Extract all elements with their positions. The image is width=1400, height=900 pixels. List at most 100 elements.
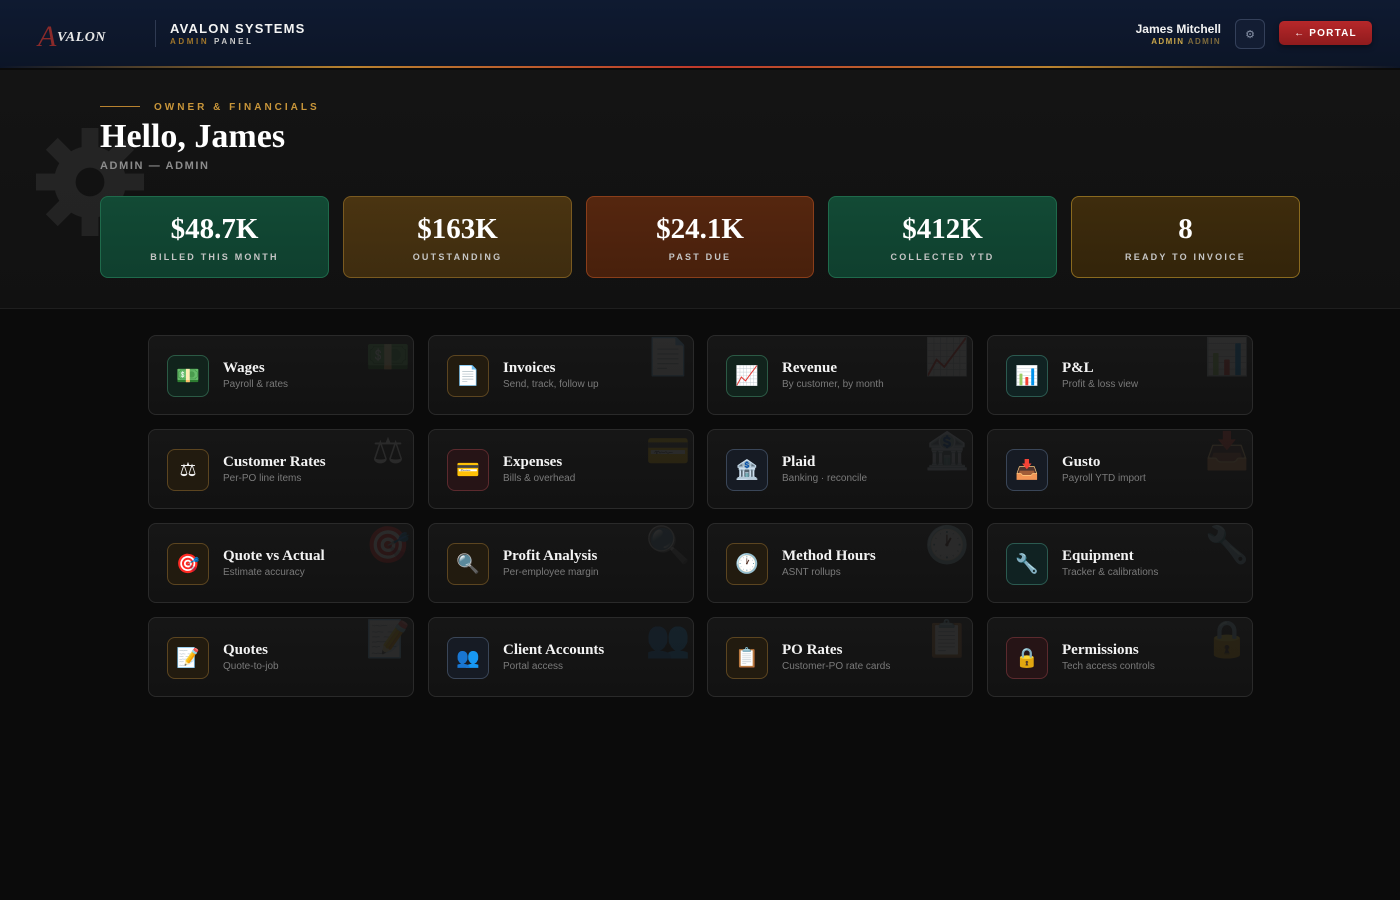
tile-plaid[interactable]: 🏦 🏦 Plaid Banking · reconcile [707, 429, 973, 509]
bank-watermark-icon: 🏦 [924, 430, 970, 471]
brand-subtitle: ADMIN PANEL [170, 37, 254, 46]
tile-subtitle: Estimate accuracy [223, 567, 305, 578]
stat-label: COLLECTED YTD [890, 252, 995, 262]
gear-icon: ⚙ [1245, 28, 1255, 41]
tile-quotes[interactable]: 📝 📝 Quotes Quote-to-job [148, 617, 414, 697]
stat-billed-this-month[interactable]: $48.7K BILLED THIS MONTH [100, 196, 329, 278]
top-bar: A VALON AVALON SYSTEMS ADMIN PANEL James… [0, 0, 1400, 68]
tile-equipment[interactable]: 🔧 🔧 Equipment Tracker & calibrations [987, 523, 1253, 603]
tile-title: Customer Rates [223, 454, 326, 470]
magnifier-icon: 🔍 [447, 543, 489, 585]
tile-subtitle: Customer-PO rate cards [782, 661, 891, 672]
brand-subtitle-main: PANEL [214, 37, 254, 46]
tile-pnl[interactable]: 📊 📊 P&L Profit & loss view [987, 335, 1253, 415]
clock-watermark-icon: 🕐 [924, 524, 970, 565]
tile-method-hours[interactable]: 🕐 🕐 Method Hours ASNT rollups [707, 523, 973, 603]
tile-title: Revenue [782, 360, 837, 376]
tile-subtitle: Portal access [503, 661, 564, 672]
tile-subtitle: ASNT rollups [782, 567, 841, 578]
tile-subtitle: Per-PO line items [223, 473, 302, 484]
portal-button[interactable]: ← PORTAL [1279, 21, 1372, 45]
greeting-subtitle: ADMIN — ADMIN [100, 160, 210, 172]
tile-subtitle: Per-employee margin [503, 567, 599, 578]
scale-icon: ⚖ [167, 449, 209, 491]
user-role-main: ADMIN [1151, 37, 1185, 46]
tile-subtitle: Payroll YTD import [1062, 473, 1146, 484]
stat-label: PAST DUE [668, 252, 732, 262]
tile-permissions[interactable]: 🔒 🔒 Permissions Tech access controls [987, 617, 1253, 697]
tile-expenses[interactable]: 💳 💳 Expenses Bills & overhead [428, 429, 694, 509]
stat-value: $24.1K [656, 213, 744, 245]
stat-label: OUTSTANDING [412, 252, 503, 262]
tile-subtitle: By customer, by month [782, 379, 884, 390]
tile-title: Profit Analysis [503, 548, 598, 564]
tile-subtitle: Profit & loss view [1062, 379, 1139, 390]
stat-value: 8 [1178, 213, 1193, 245]
section-eyebrow: OWNER & FINANCIALS [154, 102, 320, 113]
tile-quote-vs-actual[interactable]: 🎯 🎯 Quote vs Actual Estimate accuracy [148, 523, 414, 603]
brand-divider [155, 20, 156, 47]
tile-subtitle: Banking · reconcile [782, 473, 868, 484]
wrench-icon: 🔧 [1006, 543, 1048, 585]
document-watermark-icon: 📄 [645, 336, 691, 377]
stat-collected-ytd[interactable]: $412K COLLECTED YTD [828, 196, 1057, 278]
memo-watermark-icon: 📝 [365, 618, 411, 659]
stat-ready-to-invoice[interactable]: 8 READY TO INVOICE [1071, 196, 1300, 278]
settings-button[interactable]: ⚙ [1235, 19, 1265, 49]
magnifier-watermark-icon: 🔍 [645, 524, 691, 565]
credit-card-icon: 💳 [447, 449, 489, 491]
tile-subtitle: Bills & overhead [503, 473, 576, 484]
clipboard-icon: 📋 [726, 637, 768, 679]
tile-title: Quote vs Actual [223, 548, 325, 564]
stat-value: $48.7K [170, 213, 259, 245]
avalon-logo[interactable]: A VALON [38, 20, 118, 53]
tile-gusto[interactable]: 📥 📥 Gusto Payroll YTD import [987, 429, 1253, 509]
money-watermark-icon: 💵 [365, 336, 411, 377]
tile-wages[interactable]: 💵 💵 Wages Payroll & rates [148, 335, 414, 415]
bank-icon: 🏦 [726, 449, 768, 491]
hero-section: OWNER & FINANCIALS Hello, James ADMIN — … [0, 70, 1400, 309]
stat-outstanding[interactable]: $163K OUTSTANDING [343, 196, 572, 278]
tile-title: Equipment [1062, 548, 1134, 564]
tile-title: Invoices [503, 360, 556, 376]
tile-po-rates[interactable]: 📋 📋 PO Rates Customer-PO rate cards [707, 617, 973, 697]
tile-profit-analysis[interactable]: 🔍 🔍 Profit Analysis Per-employee margin [428, 523, 694, 603]
tile-customer-rates[interactable]: ⚖ ⚖ Customer Rates Per-PO line items [148, 429, 414, 509]
tile-title: Wages [223, 360, 265, 376]
bar-chart-watermark-icon: 📊 [1204, 336, 1250, 377]
stat-label: BILLED THIS MONTH [150, 252, 279, 262]
tile-title: PO Rates [782, 642, 843, 658]
eyebrow-line [100, 106, 140, 107]
tile-subtitle: Payroll & rates [223, 379, 289, 390]
logo-mark: A [38, 20, 57, 53]
stat-past-due[interactable]: $24.1K PAST DUE [586, 196, 814, 278]
tile-revenue[interactable]: 📈 📈 Revenue By customer, by month [707, 335, 973, 415]
user-role: ADMIN ADMIN [1151, 37, 1221, 46]
lock-watermark-icon: 🔒 [1204, 618, 1250, 659]
chart-up-icon: 📈 [726, 355, 768, 397]
greeting-heading: Hello, James [100, 118, 286, 155]
credit-card-watermark-icon: 💳 [645, 430, 691, 471]
scale-watermark-icon: ⚖ [371, 430, 405, 471]
logo-wordmark: VALON [57, 30, 106, 45]
brand-subtitle-dim: ADMIN [170, 37, 210, 46]
user-name: James Mitchell [1135, 22, 1221, 36]
tile-client-accounts[interactable]: 👥 👥 Client Accounts Portal access [428, 617, 694, 697]
stat-value: $163K [417, 213, 498, 245]
tile-invoices[interactable]: 📄 📄 Invoices Send, track, follow up [428, 335, 694, 415]
memo-icon: 📝 [167, 637, 209, 679]
inbox-tray-watermark-icon: 📥 [1204, 430, 1250, 471]
tile-title: P&L [1062, 360, 1094, 376]
tile-subtitle: Tracker & calibrations [1062, 567, 1159, 578]
tile-title: Expenses [503, 454, 563, 470]
document-icon: 📄 [447, 355, 489, 397]
tile-title: Quotes [223, 642, 268, 658]
clock-icon: 🕐 [726, 543, 768, 585]
clipboard-watermark-icon: 📋 [924, 618, 970, 659]
tile-title: Client Accounts [503, 642, 605, 658]
brand-title: AVALON SYSTEMS [170, 21, 306, 36]
stat-value: $412K [902, 213, 983, 245]
inbox-tray-icon: 📥 [1006, 449, 1048, 491]
tile-title: Method Hours [782, 548, 876, 564]
users-watermark-icon: 👥 [645, 618, 691, 659]
